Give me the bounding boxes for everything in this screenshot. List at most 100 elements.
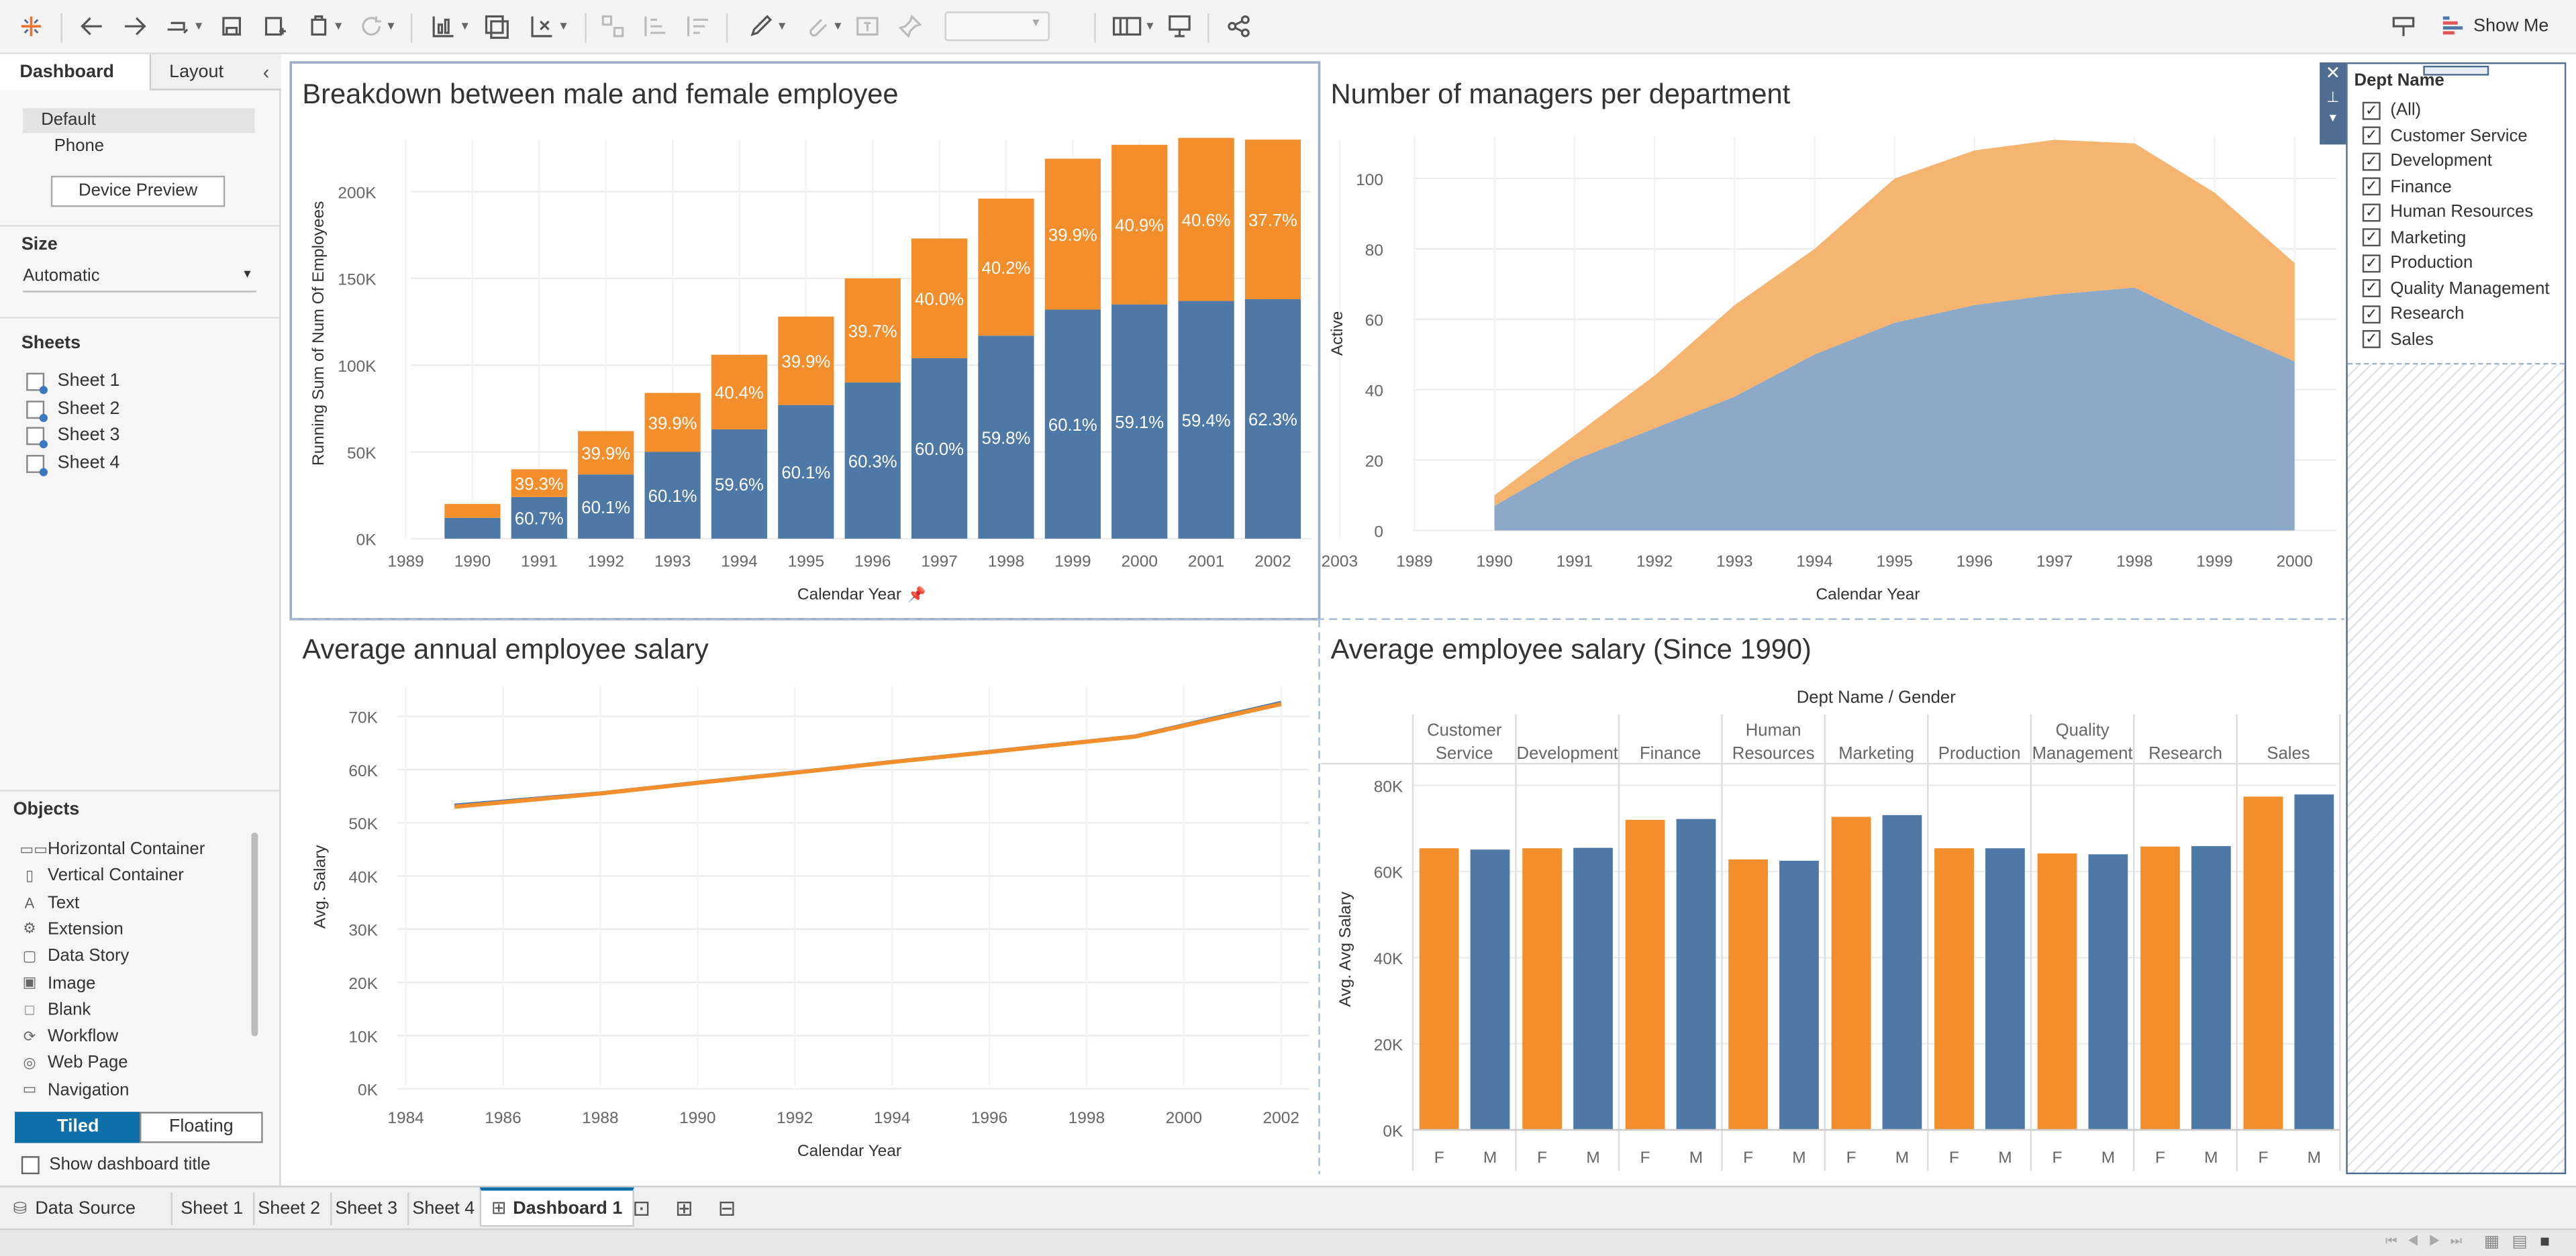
x-tick-label: 1994 xyxy=(721,552,757,570)
tableau-logo-icon[interactable] xyxy=(16,11,46,41)
new-worksheet-tab-icon[interactable]: ⊡ xyxy=(632,1196,650,1222)
object-item[interactable]: ⟳ Workflow xyxy=(19,1027,118,1046)
object-item[interactable]: □ Blank xyxy=(19,1000,91,1019)
tab-dashboard[interactable]: Dashboard xyxy=(0,54,152,91)
checkbox[interactable]: ✓ xyxy=(2362,254,2381,272)
checkbox[interactable]: ✓ xyxy=(2362,228,2381,247)
show-dashboard-title-checkbox[interactable]: Show dashboard title xyxy=(21,1155,211,1174)
refresh-icon[interactable]: ▼ xyxy=(355,11,401,41)
filter-item[interactable]: ✓ Human Resources xyxy=(2362,202,2533,221)
new-dashboard-tab-icon[interactable]: ⊞ xyxy=(675,1196,693,1222)
checkbox[interactable]: ✓ xyxy=(2362,279,2381,298)
show-cards-icon[interactable]: ▼ xyxy=(1111,11,1157,41)
filter-item[interactable]: ✓ (All) xyxy=(2362,100,2422,120)
filter-item-label: Sales xyxy=(2390,329,2434,350)
sheet-item[interactable]: Sheet 2 xyxy=(26,399,119,421)
checkbox[interactable]: ✓ xyxy=(2362,126,2381,145)
sort-ascending-icon[interactable] xyxy=(641,11,671,41)
tab-sheet-1[interactable]: Sheet 1 xyxy=(171,1192,255,1225)
filter-item[interactable]: ✓ Finance xyxy=(2362,176,2452,197)
object-item-label: Data Story xyxy=(47,946,130,966)
share-icon[interactable] xyxy=(1224,11,1254,41)
filter-controls[interactable]: ✕ ⊥ ▼ xyxy=(2320,62,2346,145)
film-strip-icon[interactable]: ▦ xyxy=(2484,1233,2499,1251)
sheet-item[interactable]: Sheet 4 xyxy=(26,454,119,476)
tab-sheet-2[interactable]: Sheet 2 xyxy=(248,1192,332,1225)
filter-item[interactable]: ✓ Development xyxy=(2362,151,2492,171)
checkbox[interactable]: ✓ xyxy=(2362,177,2381,196)
floating-button[interactable]: Floating xyxy=(140,1112,263,1143)
filter-item[interactable]: ✓ Customer Service xyxy=(2362,125,2528,146)
checkbox[interactable]: ✓ xyxy=(2362,152,2381,170)
collapse-pane-icon[interactable]: ‹ xyxy=(263,60,270,83)
swap-rows-columns-icon[interactable] xyxy=(598,11,628,41)
tab-sheet-3[interactable]: Sheet 3 xyxy=(326,1192,409,1225)
fit-dropdown[interactable]: ▼ xyxy=(944,11,1050,42)
group-members-icon[interactable]: ▼ xyxy=(799,11,848,41)
checkbox[interactable]: ✓ xyxy=(2362,329,2381,348)
bar-label: 40.0% xyxy=(915,290,964,309)
checkbox[interactable]: ✓ xyxy=(2362,101,2381,119)
filter-item[interactable]: ✓ Marketing xyxy=(2362,227,2466,247)
close-icon[interactable]: ✕ xyxy=(2320,62,2346,85)
clear-sheet-icon[interactable]: ▼ xyxy=(522,11,575,41)
new-story-tab-icon[interactable]: ⊟ xyxy=(718,1196,736,1222)
object-item[interactable]: ⚙ Extension xyxy=(19,919,123,939)
object-item[interactable]: ▭▭ Horizontal Container xyxy=(19,839,205,859)
tab-navigation-arrows[interactable]: ⏮◀▶⏭ xyxy=(2385,1233,2472,1249)
size-dropdown[interactable]: Automatic ▼ xyxy=(23,266,256,293)
object-item[interactable]: ▯ Vertical Container xyxy=(19,866,184,886)
pause-updates-icon[interactable]: ▼ xyxy=(302,11,348,41)
chevron-down-icon[interactable]: ▼ xyxy=(2320,109,2346,132)
bar-label: 60.7% xyxy=(515,510,564,529)
presentation-mode-icon[interactable] xyxy=(1165,11,1194,41)
pin-icon[interactable]: ⊥ xyxy=(2320,85,2346,108)
undo-icon[interactable] xyxy=(77,11,107,41)
highlight-icon[interactable]: ▼ xyxy=(742,11,791,41)
object-item[interactable]: ▭ Navigation xyxy=(19,1080,130,1100)
tab-data-source[interactable]: ⛁ Data Source xyxy=(3,1192,173,1225)
filter-item[interactable]: ✓ Production xyxy=(2362,253,2473,272)
objects-scrollbar[interactable] xyxy=(251,832,258,1037)
object-item[interactable]: A Text xyxy=(19,893,79,912)
tab-view-icon[interactable]: ▤ xyxy=(2512,1233,2528,1251)
show-me-button[interactable]: Show Me xyxy=(2438,11,2553,41)
show-labels-icon[interactable] xyxy=(852,11,882,41)
tab-layout[interactable]: Layout ‹ xyxy=(151,54,281,91)
bar-female xyxy=(1934,848,1974,1131)
device-default[interactable]: Default xyxy=(23,108,255,134)
redo-icon[interactable] xyxy=(120,11,150,41)
sheet-item[interactable]: Sheet 3 xyxy=(26,425,119,448)
sheet-item[interactable]: Sheet 1 xyxy=(26,371,119,394)
dept-header: Sales xyxy=(2267,744,2310,763)
story-point-icon[interactable] xyxy=(2389,11,2418,41)
object-item[interactable]: ▣ Image xyxy=(19,973,96,992)
worksheet-icon xyxy=(26,426,48,448)
filter-item-label: (All) xyxy=(2390,100,2422,120)
duplicate-sheet-icon[interactable] xyxy=(481,11,511,41)
fix-axes-icon[interactable] xyxy=(895,11,925,41)
y-tick-label: 30K xyxy=(348,922,378,940)
checkbox[interactable]: ✓ xyxy=(2362,203,2381,221)
replay-icon[interactable]: ▼ xyxy=(161,11,207,41)
y-axis-title: Active xyxy=(1328,311,1346,356)
tab-sheet-4[interactable]: Sheet 4 xyxy=(403,1192,487,1225)
save-icon[interactable] xyxy=(217,11,246,41)
device-preview-button[interactable]: Device Preview xyxy=(50,175,226,207)
device-phone[interactable]: Phone xyxy=(54,136,104,156)
tab-dashboard-1[interactable]: ⊞ Dashboard 1 xyxy=(479,1187,634,1227)
sort-descending-icon[interactable] xyxy=(683,11,713,41)
checkbox[interactable]: ✓ xyxy=(2362,305,2381,323)
object-item[interactable]: ▢ Data Story xyxy=(19,946,130,966)
bar-label: 59.1% xyxy=(1115,413,1164,432)
filter-item[interactable]: ✓ Sales xyxy=(2362,329,2434,350)
tiled-button[interactable]: Tiled xyxy=(15,1112,142,1143)
object-item[interactable]: ◎ Web Page xyxy=(19,1053,128,1073)
y-tick-label: 80 xyxy=(1365,242,1383,260)
new-data-source-icon[interactable] xyxy=(260,11,289,41)
filter-item[interactable]: ✓ Quality Management xyxy=(2362,278,2550,298)
sheet-sorter-icon[interactable]: ■ xyxy=(2540,1233,2550,1251)
new-worksheet-icon[interactable]: ▼ xyxy=(424,11,477,41)
x-tick-label: 1993 xyxy=(654,552,691,570)
filter-item[interactable]: ✓ Research xyxy=(2362,304,2464,323)
